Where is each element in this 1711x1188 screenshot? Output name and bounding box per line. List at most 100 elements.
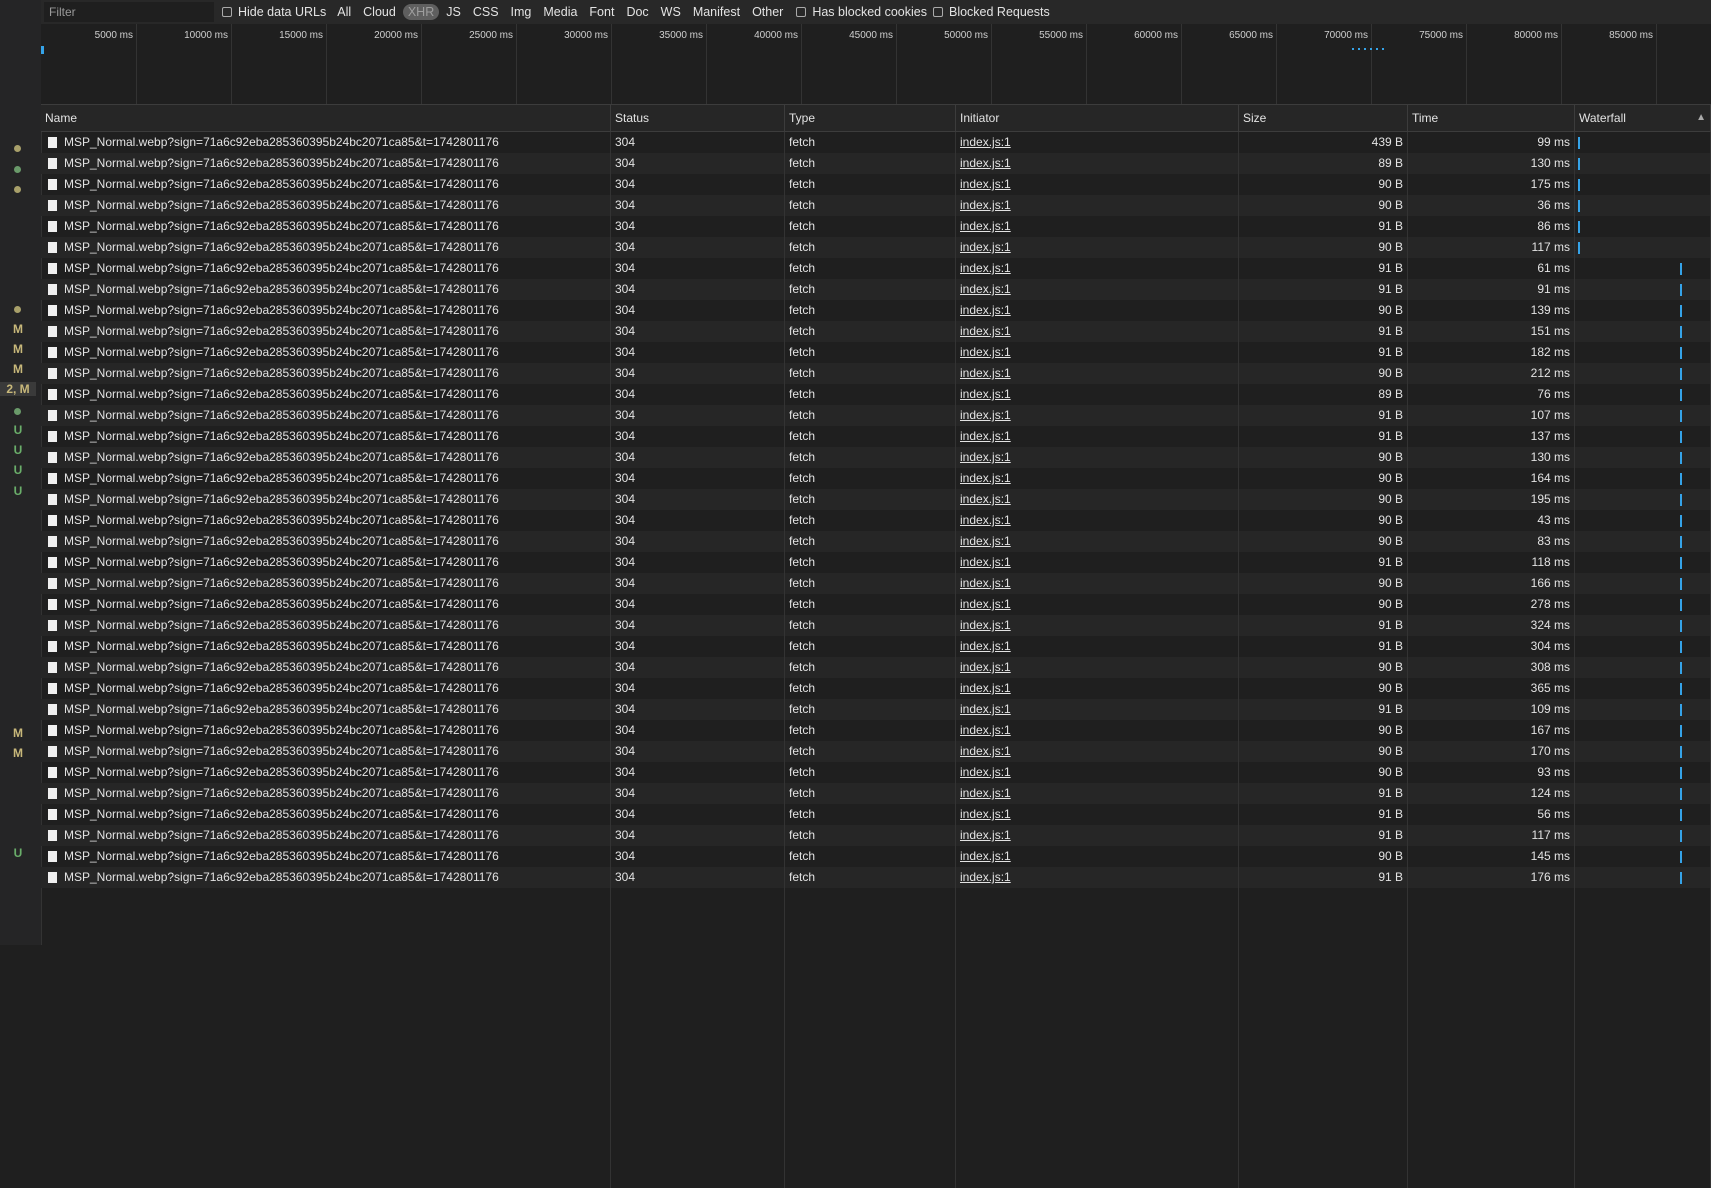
request-name-cell[interactable]: MSP_Normal.webp?sign=71a6c92eba285360395… [41, 699, 611, 720]
table-row[interactable]: MSP_Normal.webp?sign=71a6c92eba285360395… [41, 510, 1711, 531]
initiator-link[interactable]: index.js:1 [960, 597, 1011, 611]
request-name-cell[interactable]: MSP_Normal.webp?sign=71a6c92eba285360395… [41, 783, 611, 804]
table-row[interactable]: MSP_Normal.webp?sign=71a6c92eba285360395… [41, 489, 1711, 510]
request-name-cell[interactable]: MSP_Normal.webp?sign=71a6c92eba285360395… [41, 321, 611, 342]
request-name-cell[interactable]: MSP_Normal.webp?sign=71a6c92eba285360395… [41, 510, 611, 531]
request-name-cell[interactable]: MSP_Normal.webp?sign=71a6c92eba285360395… [41, 279, 611, 300]
type-filter-font[interactable]: Font [584, 4, 619, 20]
initiator-link[interactable]: index.js:1 [960, 870, 1011, 884]
column-header-name[interactable]: Name [41, 105, 611, 131]
column-header-initiator[interactable]: Initiator [956, 105, 1239, 131]
table-row[interactable]: MSP_Normal.webp?sign=71a6c92eba285360395… [41, 468, 1711, 489]
request-name-cell[interactable]: MSP_Normal.webp?sign=71a6c92eba285360395… [41, 363, 611, 384]
initiator-link[interactable]: index.js:1 [960, 534, 1011, 548]
initiator-link[interactable]: index.js:1 [960, 198, 1011, 212]
initiator-link[interactable]: index.js:1 [960, 156, 1011, 170]
table-row[interactable]: MSP_Normal.webp?sign=71a6c92eba285360395… [41, 741, 1711, 762]
initiator-link[interactable]: index.js:1 [960, 786, 1011, 800]
request-name-cell[interactable]: MSP_Normal.webp?sign=71a6c92eba285360395… [41, 342, 611, 363]
request-name-cell[interactable]: MSP_Normal.webp?sign=71a6c92eba285360395… [41, 489, 611, 510]
initiator-link[interactable]: index.js:1 [960, 471, 1011, 485]
request-name-cell[interactable]: MSP_Normal.webp?sign=71a6c92eba285360395… [41, 846, 611, 867]
initiator-link[interactable]: index.js:1 [960, 219, 1011, 233]
initiator-link[interactable]: index.js:1 [960, 828, 1011, 842]
type-filter-ws[interactable]: WS [656, 4, 686, 20]
table-row[interactable]: MSP_Normal.webp?sign=71a6c92eba285360395… [41, 447, 1711, 468]
initiator-link[interactable]: index.js:1 [960, 240, 1011, 254]
table-row[interactable]: MSP_Normal.webp?sign=71a6c92eba285360395… [41, 594, 1711, 615]
initiator-link[interactable]: index.js:1 [960, 345, 1011, 359]
table-row[interactable]: MSP_Normal.webp?sign=71a6c92eba285360395… [41, 405, 1711, 426]
initiator-link[interactable]: index.js:1 [960, 660, 1011, 674]
request-name-cell[interactable]: MSP_Normal.webp?sign=71a6c92eba285360395… [41, 762, 611, 783]
column-header-status[interactable]: Status [611, 105, 785, 131]
table-row[interactable]: MSP_Normal.webp?sign=71a6c92eba285360395… [41, 783, 1711, 804]
initiator-link[interactable]: index.js:1 [960, 429, 1011, 443]
blocked-requests-checkbox[interactable]: Blocked Requests [932, 5, 1050, 19]
table-row[interactable]: MSP_Normal.webp?sign=71a6c92eba285360395… [41, 531, 1711, 552]
request-name-cell[interactable]: MSP_Normal.webp?sign=71a6c92eba285360395… [41, 174, 611, 195]
table-row[interactable]: MSP_Normal.webp?sign=71a6c92eba285360395… [41, 384, 1711, 405]
column-header-waterfall[interactable]: Waterfall ▲ [1575, 105, 1711, 131]
initiator-link[interactable]: index.js:1 [960, 282, 1011, 296]
initiator-link[interactable]: index.js:1 [960, 702, 1011, 716]
request-name-cell[interactable]: MSP_Normal.webp?sign=71a6c92eba285360395… [41, 594, 611, 615]
initiator-link[interactable]: index.js:1 [960, 807, 1011, 821]
table-row[interactable]: MSP_Normal.webp?sign=71a6c92eba285360395… [41, 846, 1711, 867]
table-row[interactable]: MSP_Normal.webp?sign=71a6c92eba285360395… [41, 153, 1711, 174]
initiator-link[interactable]: index.js:1 [960, 849, 1011, 863]
request-name-cell[interactable]: MSP_Normal.webp?sign=71a6c92eba285360395… [41, 447, 611, 468]
type-filter-xhr[interactable]: XHR [402, 4, 440, 20]
table-row[interactable]: MSP_Normal.webp?sign=71a6c92eba285360395… [41, 174, 1711, 195]
table-row[interactable]: MSP_Normal.webp?sign=71a6c92eba285360395… [41, 699, 1711, 720]
type-filter-media[interactable]: Media [538, 4, 582, 20]
table-row[interactable]: MSP_Normal.webp?sign=71a6c92eba285360395… [41, 657, 1711, 678]
request-name-cell[interactable]: MSP_Normal.webp?sign=71a6c92eba285360395… [41, 678, 611, 699]
initiator-link[interactable]: index.js:1 [960, 303, 1011, 317]
table-row[interactable]: MSP_Normal.webp?sign=71a6c92eba285360395… [41, 636, 1711, 657]
request-name-cell[interactable]: MSP_Normal.webp?sign=71a6c92eba285360395… [41, 636, 611, 657]
table-row[interactable]: MSP_Normal.webp?sign=71a6c92eba285360395… [41, 279, 1711, 300]
initiator-link[interactable]: index.js:1 [960, 387, 1011, 401]
initiator-link[interactable]: index.js:1 [960, 723, 1011, 737]
request-name-cell[interactable]: MSP_Normal.webp?sign=71a6c92eba285360395… [41, 216, 611, 237]
table-row[interactable]: MSP_Normal.webp?sign=71a6c92eba285360395… [41, 426, 1711, 447]
initiator-link[interactable]: index.js:1 [960, 576, 1011, 590]
type-filter-js[interactable]: JS [441, 4, 466, 20]
table-row[interactable]: MSP_Normal.webp?sign=71a6c92eba285360395… [41, 195, 1711, 216]
table-row[interactable]: MSP_Normal.webp?sign=71a6c92eba285360395… [41, 342, 1711, 363]
table-row[interactable]: MSP_Normal.webp?sign=71a6c92eba285360395… [41, 258, 1711, 279]
table-row[interactable]: MSP_Normal.webp?sign=71a6c92eba285360395… [41, 825, 1711, 846]
table-row[interactable]: MSP_Normal.webp?sign=71a6c92eba285360395… [41, 573, 1711, 594]
type-filter-other[interactable]: Other [747, 4, 788, 20]
column-header-time[interactable]: Time [1408, 105, 1575, 131]
request-name-cell[interactable]: MSP_Normal.webp?sign=71a6c92eba285360395… [41, 531, 611, 552]
initiator-link[interactable]: index.js:1 [960, 681, 1011, 695]
request-name-cell[interactable]: MSP_Normal.webp?sign=71a6c92eba285360395… [41, 825, 611, 846]
request-name-cell[interactable]: MSP_Normal.webp?sign=71a6c92eba285360395… [41, 405, 611, 426]
request-name-cell[interactable]: MSP_Normal.webp?sign=71a6c92eba285360395… [41, 153, 611, 174]
has-blocked-cookies-checkbox[interactable]: Has blocked cookies [796, 5, 927, 19]
type-filter-css[interactable]: CSS [468, 4, 504, 20]
request-name-cell[interactable]: MSP_Normal.webp?sign=71a6c92eba285360395… [41, 258, 611, 279]
initiator-link[interactable]: index.js:1 [960, 618, 1011, 632]
initiator-link[interactable]: index.js:1 [960, 261, 1011, 275]
timeline-overview[interactable]: 5000 ms 10000 ms 15000 ms 20000 ms 25000 ms 3… [41, 24, 1711, 105]
request-name-cell[interactable]: MSP_Normal.webp?sign=71a6c92eba285360395… [41, 195, 611, 216]
request-name-cell[interactable]: MSP_Normal.webp?sign=71a6c92eba285360395… [41, 552, 611, 573]
sort-ascending-icon[interactable]: ▲ [1696, 105, 1706, 131]
initiator-link[interactable]: index.js:1 [960, 555, 1011, 569]
table-row[interactable]: MSP_Normal.webp?sign=71a6c92eba285360395… [41, 300, 1711, 321]
request-name-cell[interactable]: MSP_Normal.webp?sign=71a6c92eba285360395… [41, 468, 611, 489]
initiator-link[interactable]: index.js:1 [960, 513, 1011, 527]
request-name-cell[interactable]: MSP_Normal.webp?sign=71a6c92eba285360395… [41, 426, 611, 447]
table-row[interactable]: MSP_Normal.webp?sign=71a6c92eba285360395… [41, 804, 1711, 825]
initiator-link[interactable]: index.js:1 [960, 765, 1011, 779]
request-name-cell[interactable]: MSP_Normal.webp?sign=71a6c92eba285360395… [41, 573, 611, 594]
request-name-cell[interactable]: MSP_Normal.webp?sign=71a6c92eba285360395… [41, 657, 611, 678]
initiator-link[interactable]: index.js:1 [960, 450, 1011, 464]
initiator-link[interactable]: index.js:1 [960, 744, 1011, 758]
request-name-cell[interactable]: MSP_Normal.webp?sign=71a6c92eba285360395… [41, 384, 611, 405]
type-filter-img[interactable]: Img [506, 4, 537, 20]
initiator-link[interactable]: index.js:1 [960, 492, 1011, 506]
